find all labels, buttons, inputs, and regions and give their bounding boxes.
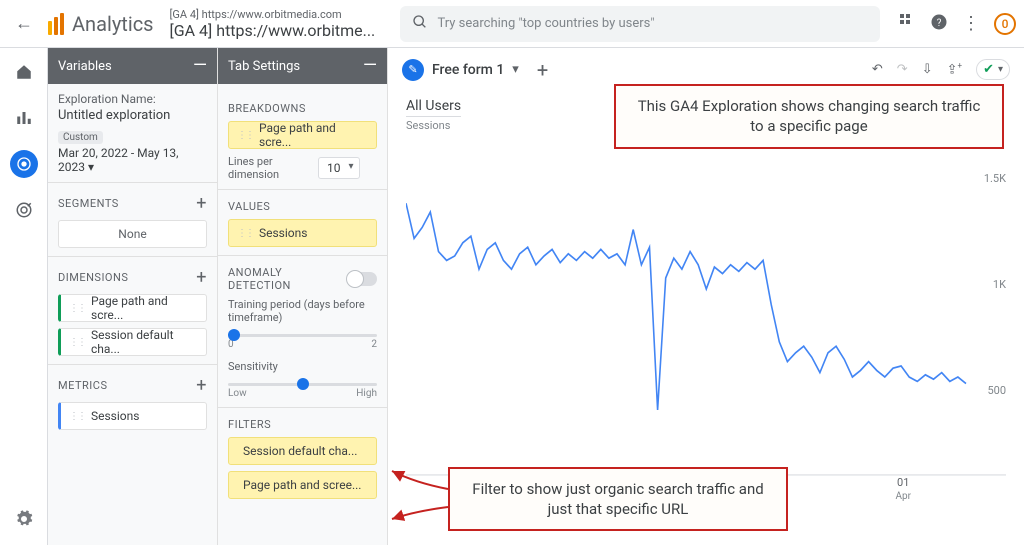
variables-title: Variables xyxy=(58,59,112,74)
annotation-2: Filter to show just organic search traff… xyxy=(448,467,788,532)
analytics-logo xyxy=(48,13,64,35)
filters-title: FILTERS xyxy=(228,418,377,431)
minimize-settings-icon[interactable]: — xyxy=(363,61,377,71)
add-dimension-icon[interactable]: + xyxy=(196,267,207,288)
sensitivity-label: Sensitivity xyxy=(228,360,377,373)
segment-none[interactable]: None xyxy=(58,220,207,248)
download-icon[interactable]: ⇩ xyxy=(922,62,933,77)
tab-dropdown-icon[interactable]: ▾ xyxy=(512,62,519,77)
y-tick: 1.5K xyxy=(984,172,1006,185)
training-label: Training period (days before timeframe) xyxy=(228,298,377,324)
apps-icon[interactable] xyxy=(900,14,916,34)
add-segment-icon[interactable]: + xyxy=(196,193,207,214)
lines-per-dim-label: Lines per dimension xyxy=(228,155,308,181)
add-tab-icon[interactable]: + xyxy=(537,58,548,82)
share-icon[interactable]: ⇪+ xyxy=(947,61,962,77)
filter-session-channel[interactable]: Session default cha... xyxy=(228,437,377,465)
property-line1: [GA 4] https://www.orbitmedia.com xyxy=(170,8,400,21)
annotation-1: This GA4 Exploration shows changing sear… xyxy=(614,84,1004,149)
values-title: VALUES xyxy=(228,200,377,213)
edit-tab-icon[interactable]: ✎ xyxy=(402,59,424,81)
variables-header: Variables — xyxy=(48,48,217,84)
date-range[interactable]: Mar 20, 2022 - May 13, 2023 ▾ xyxy=(58,146,207,174)
metrics-title: METRICS xyxy=(58,379,108,392)
status-pill[interactable]: ✔▾ xyxy=(976,59,1010,80)
segment-label: All Users xyxy=(406,98,461,117)
training-slider[interactable] xyxy=(228,334,377,337)
undo-icon[interactable]: ↶ xyxy=(872,62,883,77)
search-box[interactable]: Try searching "top countries by users" xyxy=(400,6,880,42)
brand-label: Analytics xyxy=(72,12,154,36)
svg-text:?: ? xyxy=(937,17,942,28)
more-icon[interactable]: ⋮ xyxy=(962,13,980,34)
notification-badge[interactable]: 0 xyxy=(994,13,1016,35)
search-icon xyxy=(412,14,428,34)
search-placeholder: Try searching "top countries by users" xyxy=(438,16,655,31)
date-range-badge: Custom xyxy=(58,131,103,144)
property-selector[interactable]: [GA 4] https://www.orbitmedia.com [GA 4]… xyxy=(170,8,400,40)
tab-settings-title: Tab Settings xyxy=(228,59,300,74)
home-icon[interactable] xyxy=(10,58,38,86)
property-line2: [GA 4] https://www.orbitme... xyxy=(170,21,400,40)
sensitivity-slider[interactable] xyxy=(228,383,377,386)
admin-gear-icon[interactable] xyxy=(10,505,38,533)
line-chart: 1.5K 1K 500 xyxy=(406,146,1006,476)
segments-title: SEGMENTS xyxy=(58,197,119,210)
breakdowns-title: BREAKDOWNS xyxy=(228,102,377,115)
tab-name[interactable]: Free form 1 xyxy=(432,62,504,78)
back-button[interactable]: ← xyxy=(8,13,40,34)
explore-icon[interactable] xyxy=(10,150,38,178)
redo-icon[interactable]: ↷ xyxy=(897,62,908,77)
values-chip[interactable]: ⋮⋮Sessions xyxy=(228,219,377,247)
exploration-name-value[interactable]: Untitled exploration xyxy=(58,108,207,123)
anomaly-toggle[interactable] xyxy=(347,272,377,286)
dimension-session-channel[interactable]: ⋮⋮Session default cha... xyxy=(58,328,207,356)
tab-settings-header: Tab Settings — xyxy=(218,48,387,84)
advertising-icon[interactable] xyxy=(10,196,38,224)
dimension-page-path[interactable]: ⋮⋮Page path and scre... xyxy=(58,294,207,322)
minimize-variables-icon[interactable]: — xyxy=(193,61,207,71)
anomaly-title: ANOMALY DETECTION xyxy=(228,266,347,292)
y-tick: 500 xyxy=(987,384,1006,397)
breakdown-chip[interactable]: ⋮⋮Page path and scre... xyxy=(228,121,377,149)
lines-per-dim-select[interactable]: 10 xyxy=(318,157,360,179)
help-icon[interactable]: ? xyxy=(930,13,948,35)
y-tick: 1K xyxy=(993,278,1006,291)
dimensions-title: DIMENSIONS xyxy=(58,271,128,284)
exploration-name-label: Exploration Name: xyxy=(58,92,207,106)
add-metric-icon[interactable]: + xyxy=(196,375,207,396)
reports-icon[interactable] xyxy=(10,104,38,132)
metric-sessions[interactable]: ⋮⋮Sessions xyxy=(58,402,207,430)
filter-page-path[interactable]: Page path and scree... xyxy=(228,471,377,499)
